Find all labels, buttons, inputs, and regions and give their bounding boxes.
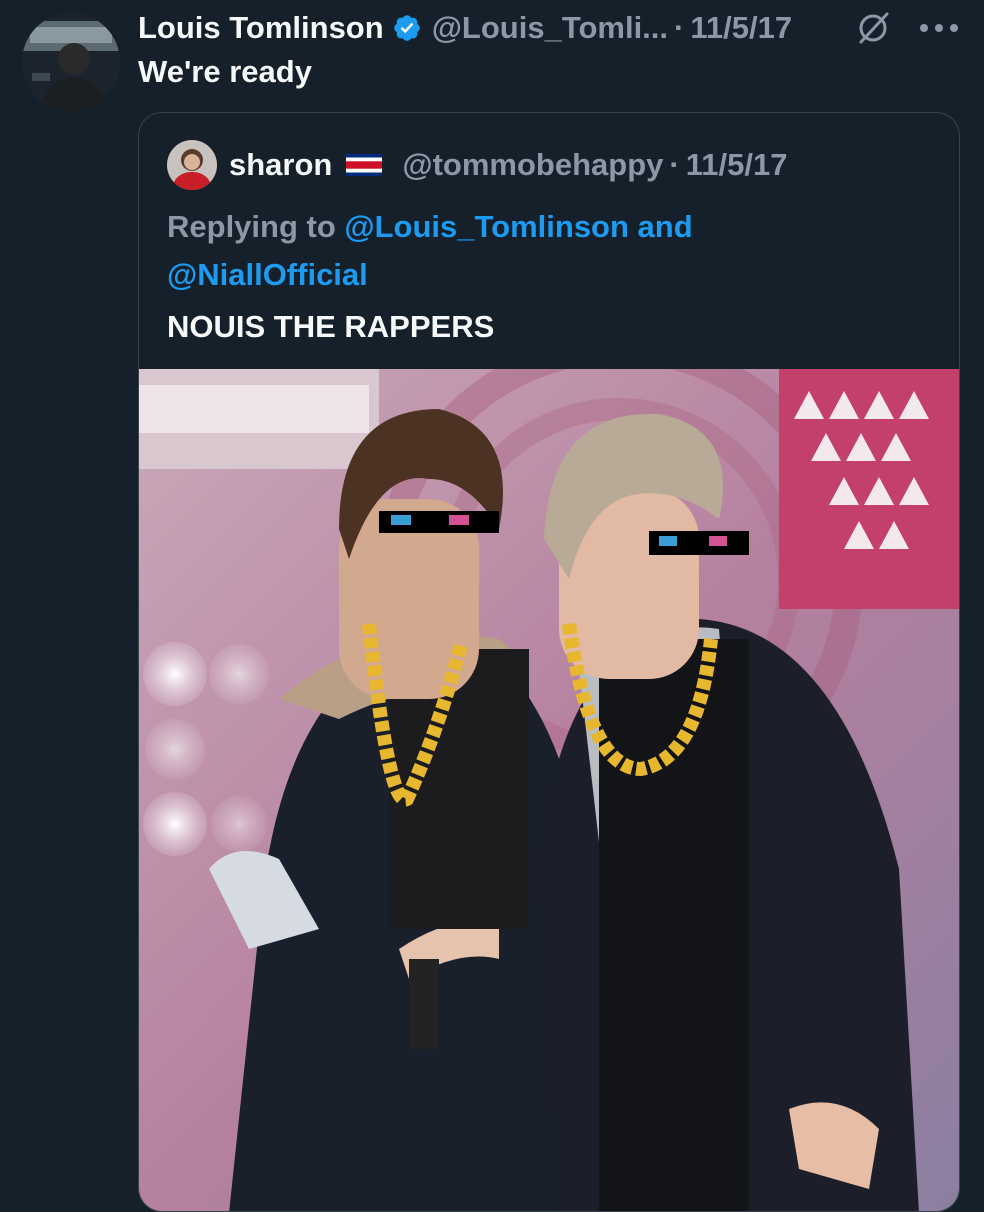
- user-avatar-photo: [22, 13, 120, 111]
- quoted-avatar-photo: [167, 140, 217, 190]
- quoted-tweet-date[interactable]: 11/5/17: [686, 147, 788, 183]
- replying-to-and: and: [628, 209, 693, 244]
- user-avatar[interactable]: [22, 13, 120, 111]
- quoted-user-handle[interactable]: @tommobehappy: [402, 147, 663, 183]
- user-handle[interactable]: @Louis_Tomli...: [432, 10, 668, 46]
- quoted-tweet-header: sharon @tommobehappy · 11/5/17: [167, 139, 787, 191]
- meme-photo: [139, 369, 959, 1211]
- mention-link[interactable]: @Louis_Tomlinson: [344, 209, 629, 244]
- quoted-display-name[interactable]: sharon: [229, 147, 332, 183]
- grok-icon[interactable]: [855, 10, 891, 46]
- tweet-text: We're ready: [138, 54, 312, 89]
- quoted-tweet-image[interactable]: [139, 369, 959, 1211]
- mention-link[interactable]: @NiallOfficial: [167, 257, 368, 292]
- tweet-date[interactable]: 11/5/17: [690, 10, 792, 46]
- quoted-user-avatar[interactable]: [167, 140, 217, 190]
- separator-dot: ·: [674, 10, 685, 45]
- tweet[interactable]: Louis Tomlinson @Louis_Tomli... · 11/5/1…: [0, 0, 984, 1212]
- verified-badge-icon: [393, 15, 420, 41]
- quoted-tweet-text: NOUIS THE RAPPERS: [167, 309, 495, 344]
- replying-to-label: Replying to: [167, 209, 345, 244]
- quoted-tweet[interactable]: sharon @tommobehappy · 11/5/17 Replying …: [138, 112, 960, 1212]
- display-name[interactable]: Louis Tomlinson: [138, 10, 384, 46]
- costa-rica-flag-icon: [346, 154, 383, 176]
- replying-to: Replying to @Louis_Tomlinson and @NiallO…: [167, 203, 927, 299]
- tweet-header: Louis Tomlinson @Louis_Tomli... · 11/5/1…: [138, 8, 968, 48]
- quoted-separator-dot: ·: [669, 147, 680, 182]
- more-options-icon[interactable]: [918, 22, 960, 34]
